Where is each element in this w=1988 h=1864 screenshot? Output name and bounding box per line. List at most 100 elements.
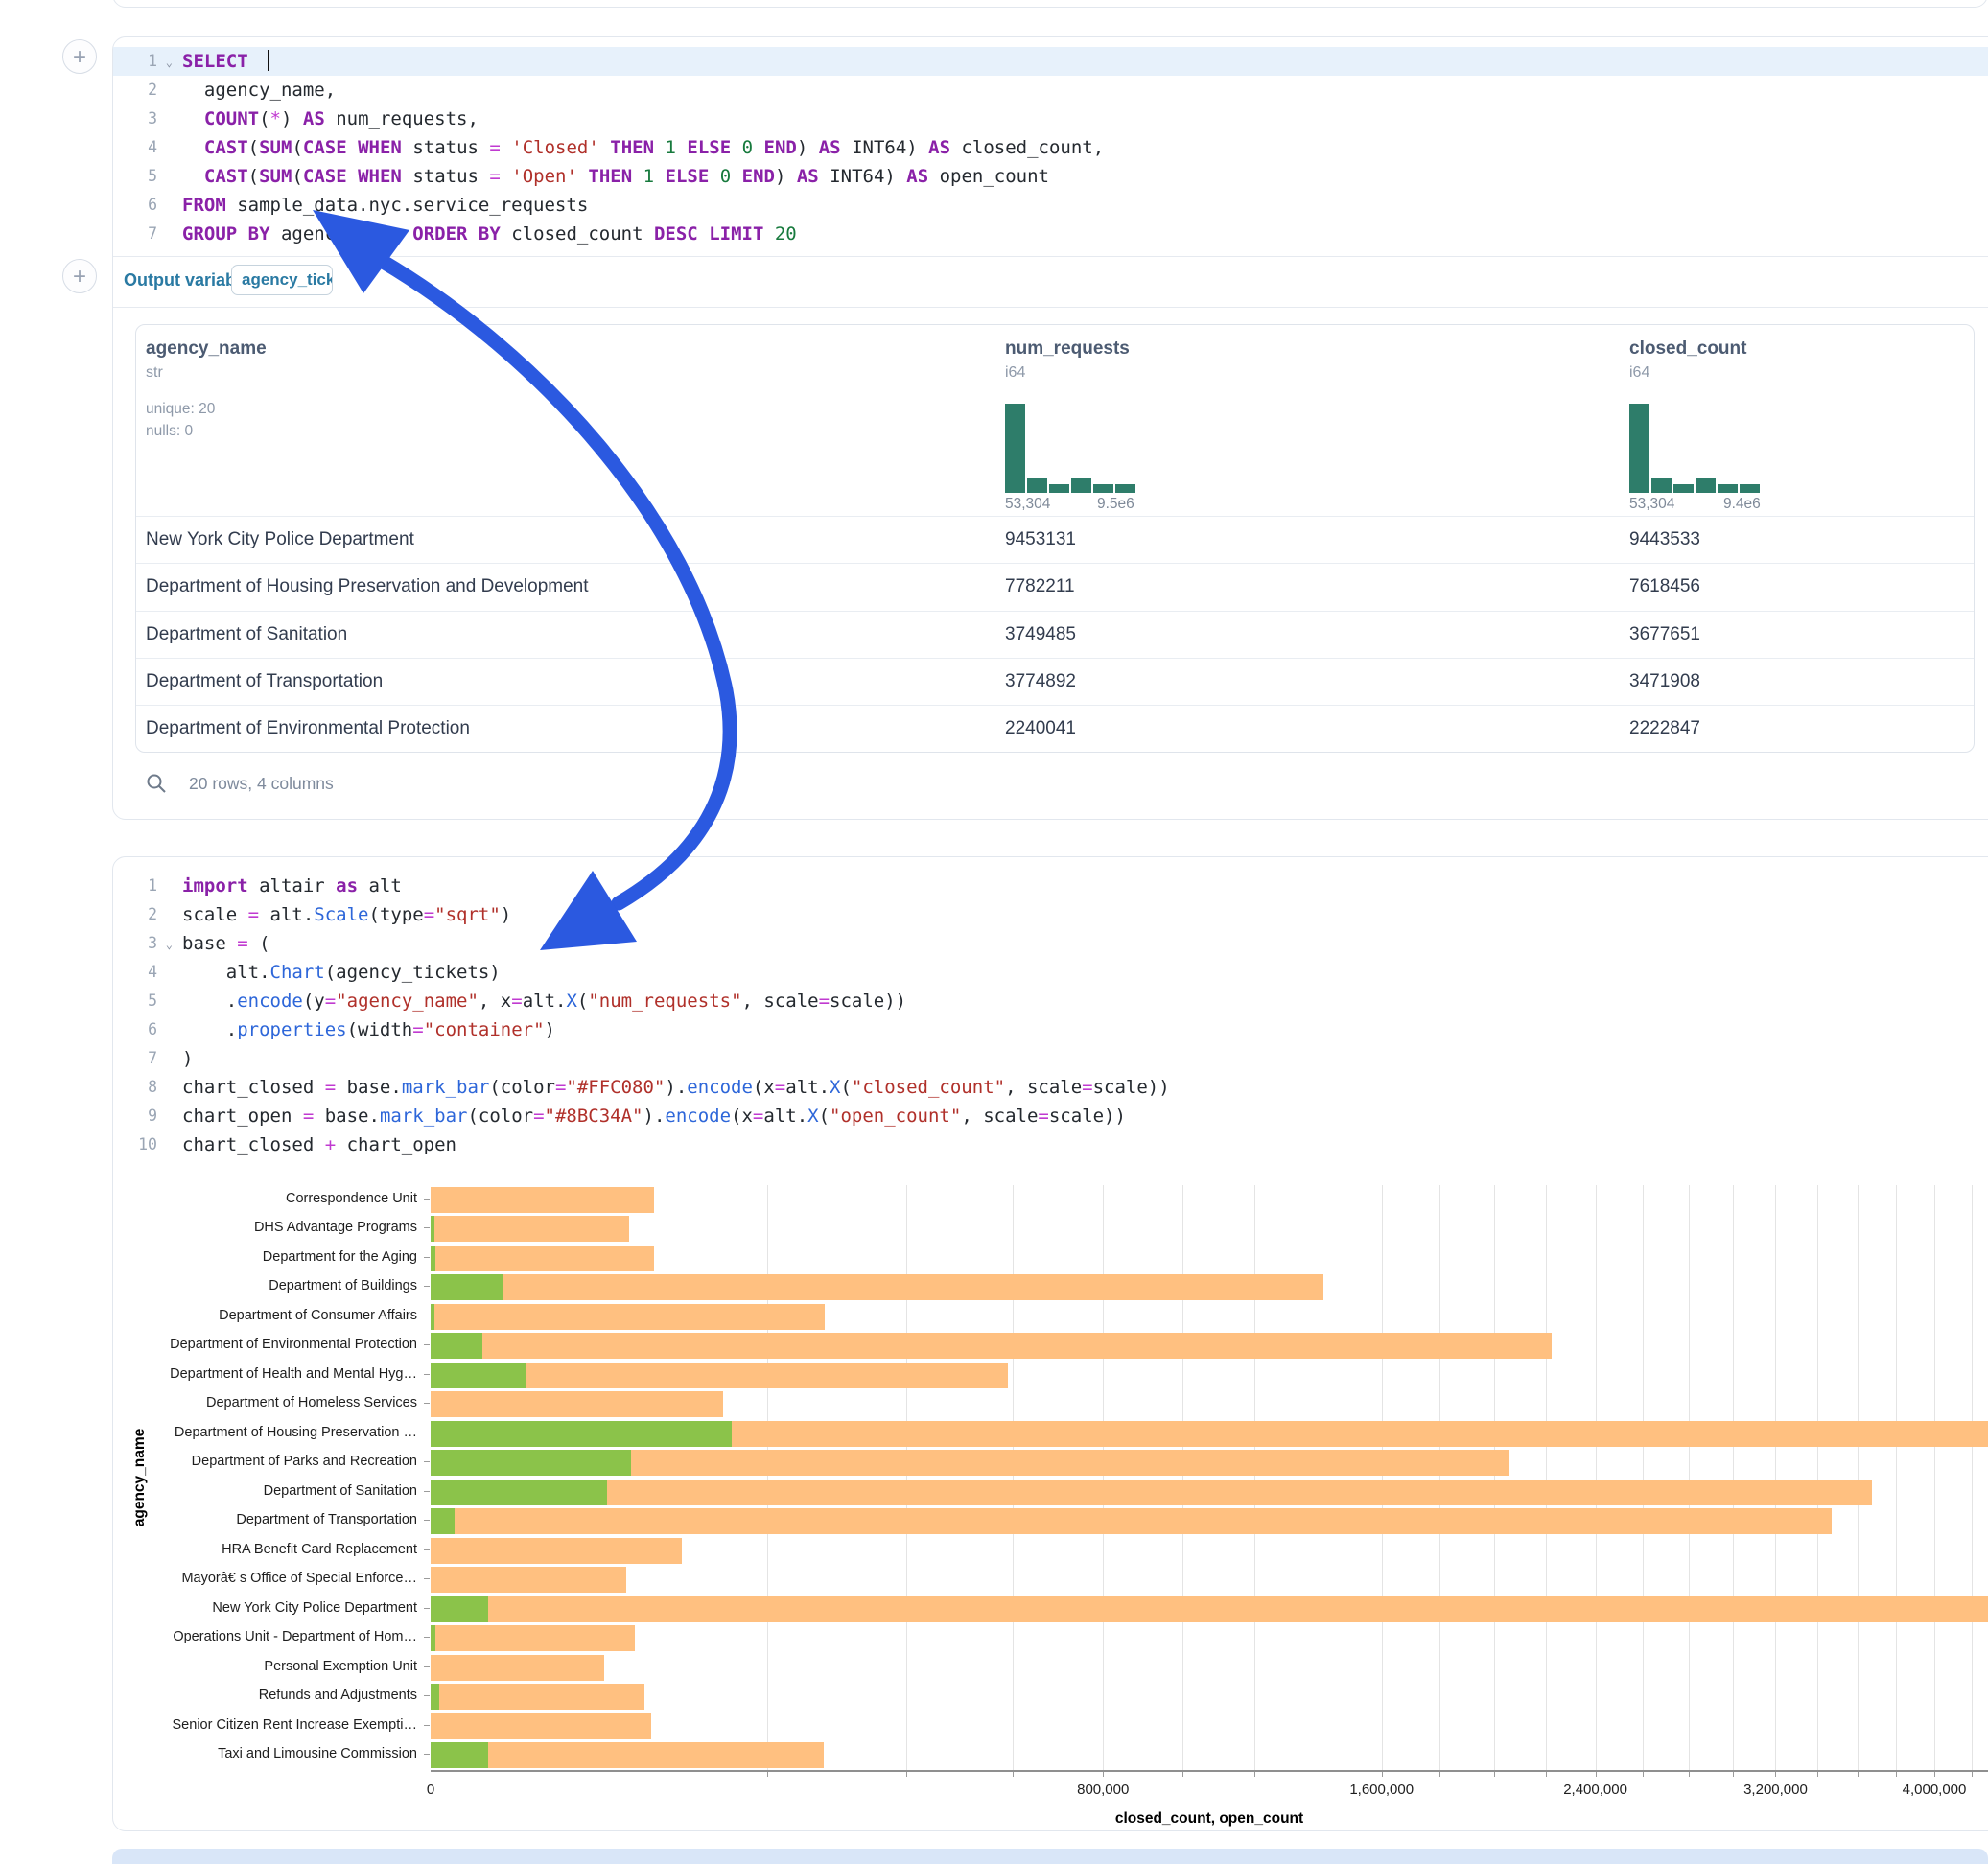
table-cell: New York City Police Department: [146, 529, 414, 550]
python-cell-card: 1import altair as alt2scale = alt.Scale(…: [112, 856, 1988, 1831]
y-axis-tick: [424, 1374, 430, 1375]
table-row[interactable]: Department of Transportation377489234719…: [136, 658, 1974, 706]
bar-open_count: [431, 1304, 434, 1330]
bar-closed_count: [431, 1480, 1872, 1505]
add-cell-button-output[interactable]: +: [62, 259, 97, 293]
histogram-max-label: 9.4e6: [1723, 496, 1761, 513]
grid-line: [1439, 1185, 1440, 1770]
code-line: 9chart_open = base.mark_bar(color="#8BC3…: [113, 1102, 1988, 1130]
add-cell-button-top[interactable]: +: [62, 39, 97, 74]
next-cell-selection-strip[interactable]: [112, 1849, 1988, 1864]
table-cell: 9453131: [1005, 529, 1076, 550]
code-text: FROM sample_data.nyc.service_requests: [157, 191, 588, 220]
y-axis-tick: [424, 1725, 430, 1726]
grid-line: [1775, 1185, 1776, 1770]
grid-line: [1182, 1185, 1183, 1770]
table-footer-label: 20 rows, 4 columns: [189, 774, 334, 794]
table-cell: Department of Environmental Protection: [146, 718, 470, 739]
cell-divider: [113, 256, 1988, 257]
code-text: COUNT(*) AS num_requests,: [157, 105, 479, 133]
y-axis-label: Department of Buildings: [269, 1278, 417, 1293]
search-icon[interactable]: [145, 772, 168, 795]
fold-chevron-icon[interactable]: ⌄: [166, 930, 173, 959]
y-axis-tick: [424, 1344, 430, 1345]
sql-cell-card: 1⌄SELECT 2 agency_name,3 COUNT(*) AS num…: [112, 36, 1988, 820]
bar-closed_count: [431, 1713, 651, 1739]
line-number: 6: [113, 191, 157, 220]
bar-open_count: [431, 1625, 435, 1651]
column-stat-label: nulls: 0: [146, 423, 193, 440]
line-number: 3: [113, 105, 157, 133]
table-cell: 2240041: [1005, 718, 1076, 739]
python-code-editor[interactable]: 1import altair as alt2scale = alt.Scale(…: [113, 872, 1988, 1159]
column-header-agency_name[interactable]: agency_name: [146, 338, 267, 360]
table-row[interactable]: Department of Environmental Protection 22…: [136, 705, 1974, 753]
line-number: 2: [113, 76, 157, 105]
code-text: agency_name,: [157, 76, 336, 105]
line-number: 7: [113, 220, 157, 248]
bar-closed_count: [431, 1391, 723, 1417]
line-number: 1: [113, 872, 157, 900]
histogram-bin: [1115, 484, 1135, 493]
line-number: 10: [113, 1130, 157, 1159]
y-axis-label: Department of Parks and Recreation: [192, 1454, 417, 1469]
column-histogram: [1629, 404, 1764, 493]
code-line: 1⌄SELECT: [113, 47, 1988, 76]
column-type-label: str: [146, 364, 163, 382]
column-header-closed_count[interactable]: closed_count: [1629, 338, 1746, 360]
y-axis-tick: [424, 1549, 430, 1550]
line-number: 9: [113, 1102, 157, 1130]
bar-closed_count: [431, 1304, 825, 1330]
y-axis-label: New York City Police Department: [212, 1600, 417, 1616]
line-number: 4: [113, 958, 157, 987]
y-axis-label: Department of Health and Mental Hyg…: [170, 1366, 417, 1382]
histogram-bin: [1718, 484, 1738, 493]
y-axis-label: Department of Environmental Protection: [170, 1337, 417, 1352]
bar-closed_count: [431, 1596, 1988, 1622]
line-number: 5: [113, 162, 157, 191]
code-line: 4 alt.Chart(agency_tickets): [113, 958, 1988, 987]
grid-line: [1934, 1185, 1935, 1770]
line-number: 3⌄: [113, 929, 157, 958]
histogram-bin: [1049, 484, 1069, 493]
table-row[interactable]: New York City Police Department945313194…: [136, 516, 1974, 564]
code-line: 4 CAST(SUM(CASE WHEN status = 'Closed' T…: [113, 133, 1988, 162]
histogram-bin: [1027, 478, 1047, 493]
x-axis-tick-label: 4,000,000: [1903, 1782, 1967, 1798]
y-axis-label: Department for the Aging: [263, 1249, 417, 1265]
grid-line: [1596, 1185, 1597, 1770]
code-text: .properties(width="container"): [157, 1015, 555, 1044]
code-text: ): [157, 1044, 193, 1073]
y-axis-label: Operations Unit - Department of Hom…: [173, 1629, 417, 1644]
y-axis-label: Department of Transportation: [236, 1512, 417, 1527]
y-axis-tick: [424, 1666, 430, 1667]
histogram-bin: [1071, 478, 1091, 493]
fold-chevron-icon[interactable]: ⌄: [166, 48, 173, 77]
grid-line: [1733, 1185, 1734, 1770]
grid-line: [1382, 1185, 1383, 1770]
grid-line: [1546, 1185, 1547, 1770]
y-axis-tick: [424, 1257, 430, 1258]
table-cell: 3774892: [1005, 671, 1076, 692]
code-line: 2 agency_name,: [113, 76, 1988, 105]
bar-closed_count: [431, 1538, 682, 1564]
bar-closed_count: [431, 1333, 1552, 1359]
output-variable-chip[interactable]: agency_tickets: [231, 265, 333, 295]
column-header-num_requests[interactable]: num_requests: [1005, 338, 1130, 360]
bar-closed_count: [431, 1625, 635, 1651]
sql-code-editor[interactable]: 1⌄SELECT 2 agency_name,3 COUNT(*) AS num…: [113, 47, 1988, 248]
bar-open_count: [431, 1274, 503, 1300]
table-cell: 3749485: [1005, 624, 1076, 645]
code-text: CAST(SUM(CASE WHEN status = 'Open' THEN …: [157, 162, 1049, 191]
text-cursor: [268, 50, 269, 71]
bar-open_count: [431, 1480, 607, 1505]
histogram-bin: [1696, 478, 1716, 493]
bar-open_count: [431, 1333, 482, 1359]
y-axis-label: Personal Exemption Unit: [264, 1659, 417, 1674]
table-row[interactable]: Department of Housing Preservation and D…: [136, 563, 1974, 611]
y-axis-title: agency_name: [131, 1429, 149, 1527]
table-row[interactable]: Department of Sanitation37494853677651: [136, 611, 1974, 659]
histogram-bin: [1005, 404, 1025, 493]
grid-line: [1972, 1185, 1973, 1770]
grid-line: [1896, 1185, 1897, 1770]
